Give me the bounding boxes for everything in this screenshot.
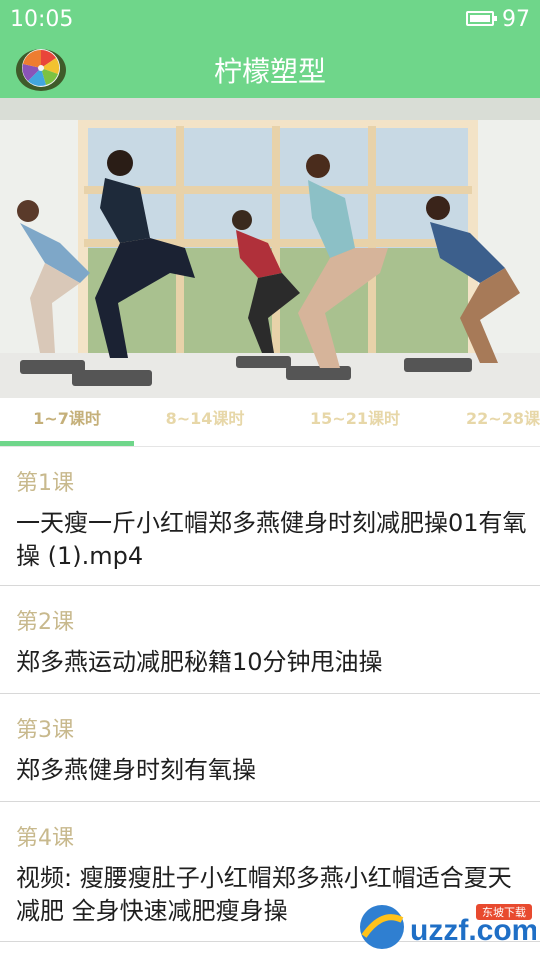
page-title: 柠檬塑型 [213,55,326,88]
lesson-title: 郑多燕运动减肥秘籍10分钟甩油操 [16,648,383,676]
tab-indicator [0,441,134,446]
tab-8-14[interactable]: 8~14课时 [146,398,264,444]
status-time: 10:05 [10,7,74,32]
lesson-number: 第4课 [16,826,74,851]
lesson-title: 一天瘦一斤小红帽郑多燕健身时刻减肥操01有氧操 (1).mp4 [16,509,527,570]
status-bar: 10:05 97 [0,0,540,40]
lesson-number: 第2课 [16,610,74,635]
lesson-title: 郑多燕健身时刻有氧操 [16,756,256,784]
battery-icon [466,11,497,26]
lesson-item-3[interactable]: 第3课 郑多燕健身时刻有氧操 [0,694,540,802]
lesson-item-2[interactable]: 第2课 郑多燕运动减肥秘籍10分钟甩油操 [0,586,540,694]
course-tabs: 1~7课时 8~14课时 15~21课时 22~28课时 [0,398,540,447]
lesson-number: 第1课 [16,471,74,496]
tab-1-7[interactable]: 1~7课时 [0,398,134,444]
lesson-number: 第3课 [16,718,74,743]
hero-fitness-image [0,98,540,398]
tab-15-21[interactable]: 15~21课时 [296,398,414,444]
app-bar: 柠檬塑型 [0,40,540,98]
tab-22-28[interactable]: 22~28课时 [452,398,540,444]
uzzf-watermark-logo: uzzf.com 东坡下载 [360,904,536,949]
lesson-item-1[interactable]: 第1课 一天瘦一斤小红帽郑多燕健身时刻减肥操01有氧操 (1).mp4 [0,447,540,586]
battery-level: 97 [502,7,530,32]
watermark-badge: 东坡下载 [482,906,526,919]
